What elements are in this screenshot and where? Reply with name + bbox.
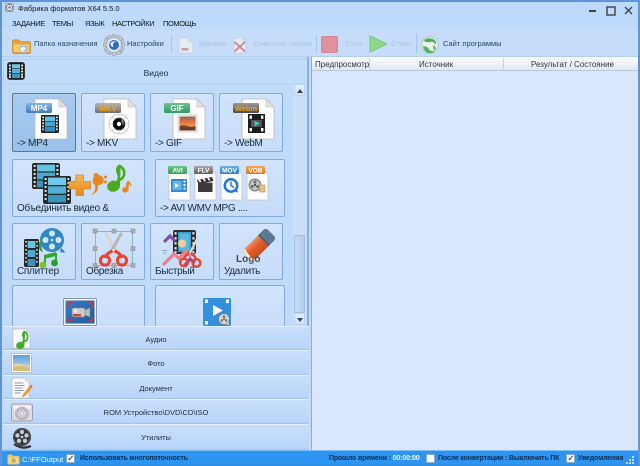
svg-text:MKV: MKV [99,104,117,113]
svg-text:Logo: Logo [236,254,260,265]
svg-text:MP4: MP4 [31,104,48,113]
svg-text:MOV: MOV [222,168,237,175]
svg-text:VOB: VOB [248,168,262,175]
svg-text:Webm: Webm [235,104,258,113]
svg-text:FLV: FLV [198,168,210,175]
svg-text:AVI: AVI [172,168,183,175]
svg-text:GIF: GIF [170,104,183,113]
